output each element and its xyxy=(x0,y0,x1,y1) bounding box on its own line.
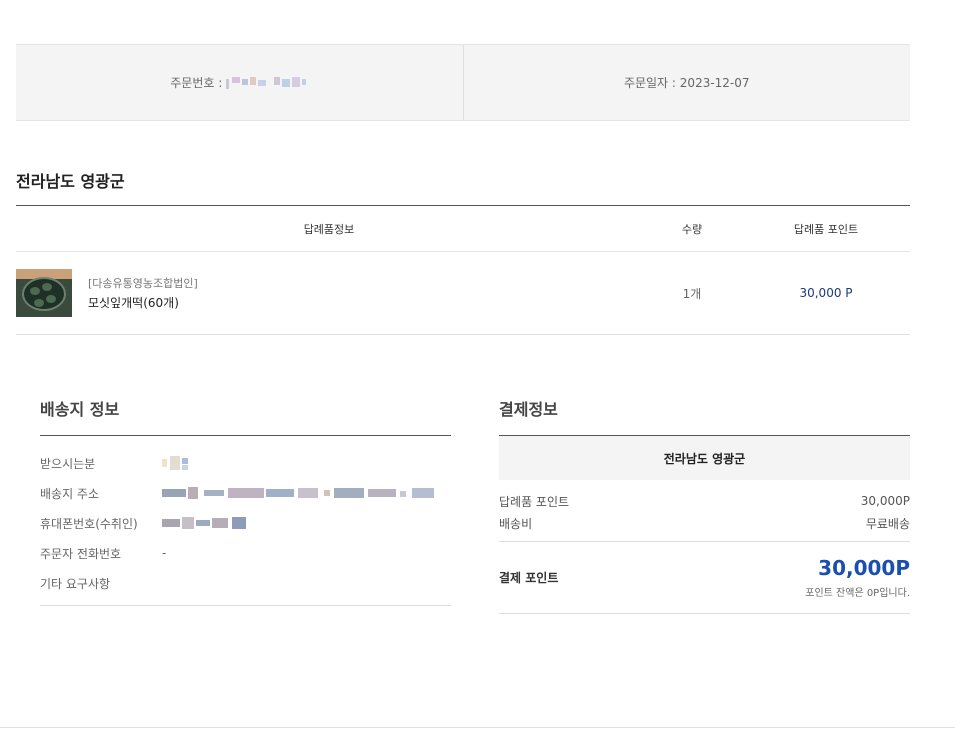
orderer-phone-value: - xyxy=(162,546,167,560)
shipping-label: 기타 요구사항 xyxy=(40,576,111,591)
product-points: 30,000 P xyxy=(799,286,853,300)
payment-line-value: 30,000P xyxy=(860,494,910,508)
order-date-label: 주문일자 : xyxy=(623,76,676,90)
payment-line-label: 답례품 포인트 xyxy=(499,494,570,509)
shipping-label: 배송지 주소 xyxy=(40,486,100,501)
shipping-row-recipient: 받으시는분 xyxy=(40,448,451,478)
payment-line-value: 무료배송 xyxy=(865,516,910,531)
order-number-masked xyxy=(226,76,307,89)
points-balance-note: 포인트 잔액은 0P입니다. xyxy=(805,588,910,599)
region-title: 전라남도 영광군 xyxy=(16,172,125,191)
payment-total-value: 30,000P xyxy=(818,556,910,580)
shipping-list: 받으시는분 배송지 주소 휴대폰번호(수취인) 주문자 전화번호 - 기타 요구… xyxy=(40,436,451,606)
shipping-label: 휴대폰번호(수취인) xyxy=(40,516,138,531)
product-table-header: 답례품정보 수량 답례품 포인트 xyxy=(16,206,910,252)
header-points: 답례품 포인트 xyxy=(793,222,859,236)
header-quantity: 수량 xyxy=(681,222,703,236)
shipping-info-section: 배송지 정보 받으시는분 배송지 주소 휴대폰번호(수취인) 주문자 전화번호 … xyxy=(40,396,451,606)
order-date-cell: 주문일자 : 2023-12-07 xyxy=(462,45,911,120)
payment-lines: 답례품 포인트 30,000P 배송비 무료배송 xyxy=(499,480,910,542)
product-info: [다송유통영농조합법인] 모싯잎개떡(60개) xyxy=(16,269,642,317)
order-date-value: 2023-12-07 xyxy=(679,75,750,90)
order-summary-bar: 주문번호 : 주문일자 : 2023-12-07 xyxy=(16,44,910,121)
payment-info-section: 결제정보 전라남도 영광군 답례품 포인트 30,000P 배송비 무료배송 결… xyxy=(499,396,910,614)
order-number-cell: 주문번호 : xyxy=(16,45,463,120)
product-table: 답례품정보 수량 답례품 포인트 [다송유통영농조합법인] 모싯잎개떡(60개)… xyxy=(16,205,910,335)
payment-total-label: 결제 포인트 xyxy=(499,571,559,585)
product-quantity: 1개 xyxy=(682,286,702,301)
product-thumbnail[interactable] xyxy=(16,269,72,317)
shipping-row-phone: 휴대폰번호(수취인) xyxy=(40,508,451,538)
shipping-row-requests: 기타 요구사항 xyxy=(40,568,451,598)
order-number-label: 주문번호 : xyxy=(170,76,223,90)
shipping-row-address: 배송지 주소 xyxy=(40,478,451,508)
product-brand: [다송유통영농조합법인] xyxy=(88,277,198,290)
product-text: [다송유통영농조합법인] 모싯잎개떡(60개) xyxy=(88,275,198,311)
payment-line-label: 배송비 xyxy=(499,516,533,531)
footer-divider xyxy=(0,727,955,728)
payment-line-shipping: 배송비 무료배송 xyxy=(499,512,910,534)
address-masked xyxy=(162,487,434,499)
payment-region: 전라남도 영광군 xyxy=(499,436,910,480)
payment-total: 결제 포인트 30,000P 포인트 잔액은 0P입니다. xyxy=(499,542,910,614)
phone-masked xyxy=(162,517,246,529)
product-name[interactable]: 모싯잎개떡(60개) xyxy=(88,294,198,311)
payment-line-points: 답례품 포인트 30,000P xyxy=(499,490,910,512)
payment-title: 결제정보 xyxy=(499,396,910,436)
shipping-label: 받으시는분 xyxy=(40,456,96,471)
shipping-title: 배송지 정보 xyxy=(40,396,451,436)
header-product-info: 답례품정보 xyxy=(303,222,355,236)
payment-total-right: 30,000P 포인트 잔액은 0P입니다. xyxy=(805,556,910,599)
shipping-label: 주문자 전화번호 xyxy=(40,546,122,561)
recipient-masked xyxy=(162,456,188,470)
table-row: [다송유통영농조합법인] 모싯잎개떡(60개) 1개 30,000 P xyxy=(16,252,910,335)
shipping-row-orderer-phone: 주문자 전화번호 - xyxy=(40,538,451,568)
